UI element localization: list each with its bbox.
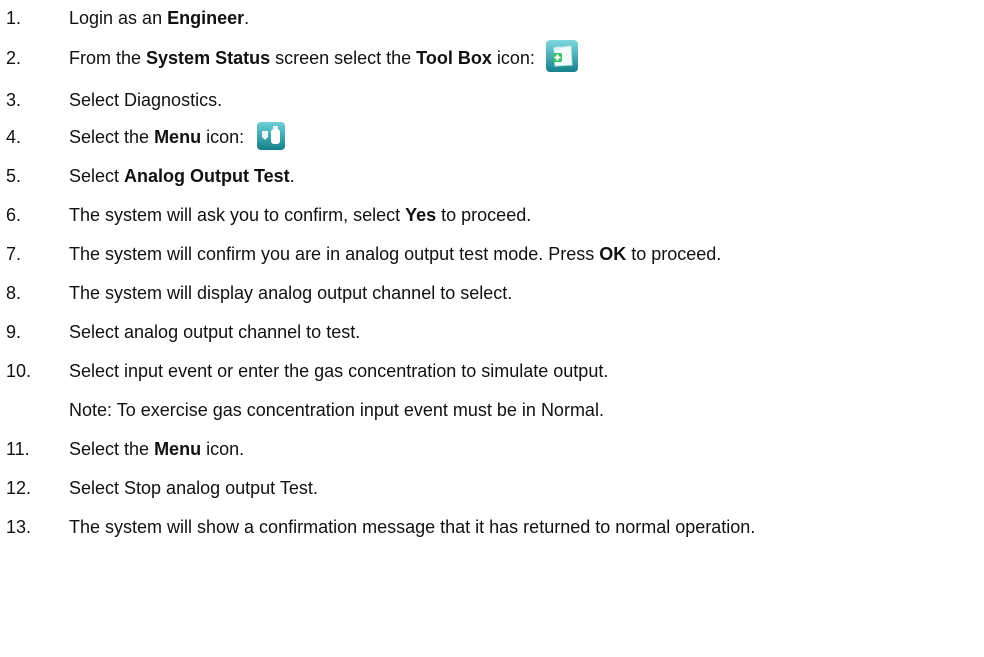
- text-fragment: .: [289, 166, 295, 186]
- step-number: 10.: [6, 361, 32, 381]
- bold-term: Tool Box: [416, 48, 492, 68]
- step-number: 13.: [6, 517, 32, 537]
- text-fragment: From the: [69, 48, 147, 68]
- step-number: 2.: [6, 48, 22, 68]
- step-text: Select input event or enter the gas conc…: [69, 358, 608, 384]
- step-number: 6.: [6, 205, 22, 225]
- text-fragment: Login as an: [69, 8, 168, 28]
- step-7: 7. The system will confirm you are in ana…: [0, 241, 984, 267]
- bold-term: Menu: [154, 439, 202, 459]
- text-fragment: Note: To exercise gas concentration inpu…: [69, 400, 604, 420]
- bold-term: Menu: [154, 127, 202, 147]
- step-10: 10. Select input event or enter the gas c…: [0, 358, 984, 384]
- text-fragment: Select Stop analog output Test.: [69, 478, 318, 498]
- step-text: The system will display analog output ch…: [69, 280, 512, 306]
- step-11: 11. Select the Menu icon.: [0, 436, 984, 462]
- text-fragment: The system will confirm you are in analo…: [69, 244, 600, 264]
- step-number: 7.: [6, 244, 22, 264]
- step-number: 5.: [6, 166, 22, 186]
- step-3: 3. Select Diagnostics.: [0, 87, 984, 113]
- text-fragment: icon:: [491, 48, 535, 68]
- step-number: 9.: [6, 322, 22, 342]
- step-2: 2. From the System Status screen select t…: [0, 40, 984, 73]
- step-text: The system will show a confirmation mess…: [69, 514, 755, 540]
- step-number: 4.: [6, 127, 22, 147]
- step-1: 1. Login as an Engineer.: [0, 5, 984, 31]
- step-text: Select Diagnostics.: [69, 87, 222, 113]
- text-fragment: The system will show a confirmation mess…: [69, 517, 756, 537]
- menu-icon: [256, 121, 286, 151]
- step-text: The system will confirm you are in analo…: [69, 241, 721, 267]
- step-number: 8.: [6, 283, 22, 303]
- bold-term: Engineer: [167, 8, 245, 28]
- bold-term: Yes: [405, 205, 437, 225]
- step-9: 9. Select analog output channel to test.: [0, 319, 984, 345]
- bold-term: Analog Output Test: [124, 166, 290, 186]
- step-number: 1.: [6, 8, 22, 28]
- text-fragment: icon.: [201, 439, 245, 459]
- step-5: 5. Select Analog Output Test.: [0, 163, 984, 189]
- text-fragment: .: [244, 8, 250, 28]
- text-fragment: Select Diagnostics.: [69, 90, 223, 110]
- step-text: Select Stop analog output Test.: [69, 475, 318, 501]
- text-fragment: Select input event or enter the gas conc…: [69, 361, 609, 381]
- step-text: The system will ask you to confirm, sele…: [69, 202, 531, 228]
- step-6: 6. The system will ask you to confirm, se…: [0, 202, 984, 228]
- step-text: Select the Menu icon.: [69, 436, 244, 462]
- text-fragment: Select: [69, 166, 125, 186]
- step-text: Select the Menu icon:: [69, 121, 286, 151]
- step-8: 8. The system will display analog output …: [0, 280, 984, 306]
- bold-term: System Status: [146, 48, 271, 68]
- text-fragment: Select the: [69, 127, 155, 147]
- step-text: Login as an Engineer.: [69, 5, 249, 31]
- instruction-list: 1. Login as an Engineer. 2. From the System…: [0, 0, 984, 657]
- text-fragment: screen select the: [270, 48, 417, 68]
- step-12: 12. Select Stop analog output Test.: [0, 475, 984, 501]
- step-text: Select Analog Output Test.: [69, 163, 295, 189]
- toolbox-icon: [545, 39, 579, 73]
- step-number: 11.: [6, 439, 30, 459]
- text-fragment: Select the: [69, 439, 155, 459]
- step-number: 3.: [6, 90, 22, 110]
- step-text: Select analog output channel to test.: [69, 319, 360, 345]
- text-fragment: The system will display analog output ch…: [69, 283, 513, 303]
- text-fragment: to proceed.: [626, 244, 722, 264]
- text-fragment: to proceed.: [436, 205, 532, 225]
- step-text: From the System Status screen select the…: [69, 40, 579, 73]
- text-fragment: The system will ask you to confirm, sele…: [69, 205, 406, 225]
- note-text: Note: To exercise gas concentration inpu…: [69, 397, 604, 423]
- text-fragment: Select analog output channel to test.: [69, 322, 361, 342]
- step-10-note: Note: To exercise gas concentration inpu…: [0, 397, 984, 423]
- text-fragment: icon:: [201, 127, 245, 147]
- step-4: 4. Select the Menu icon:: [0, 121, 984, 151]
- step-13: 13. The system will show a confirmation m…: [0, 514, 984, 540]
- step-number: 12.: [6, 478, 32, 498]
- bold-term: OK: [599, 244, 627, 264]
